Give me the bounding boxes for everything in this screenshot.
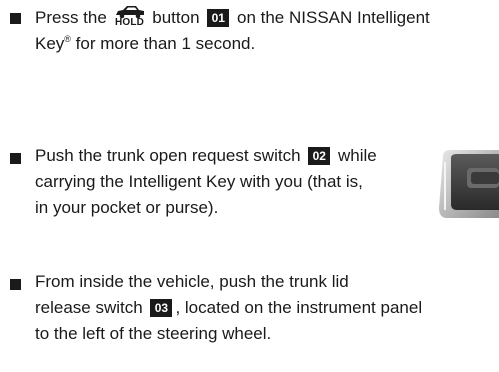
callout-badge-03: 03 [150, 299, 173, 317]
callout-badge-01: 01 [207, 9, 230, 27]
item2-line3: in your pocket or purse). [35, 198, 219, 217]
item1-line2-a: Key [35, 34, 65, 53]
item3-line2-after: , located on the instrument panel [175, 298, 423, 317]
item1-text-after-icon: button [147, 8, 205, 27]
instruction-text-3: From inside the vehicle, push the trunk … [35, 269, 422, 347]
item1-line2-b: for more than 1 second. [70, 34, 256, 53]
bullet-square [10, 279, 21, 290]
item3-line2-before: release switch [35, 298, 148, 317]
item1-text-after-badge: on the NISSAN Intelligent [232, 8, 430, 27]
instruction-text-1: Press the HOLD button 01 on the NISSAN I… [35, 5, 430, 57]
bullet-square [10, 13, 21, 24]
bullet-square [10, 153, 21, 164]
trunk-hold-icon: HOLD [114, 5, 146, 29]
item2-line1-before: Push the trunk open request switch [35, 146, 306, 165]
item1-text-before-icon: Press the [35, 8, 112, 27]
registered-mark: ® [64, 34, 71, 44]
callout-badge-02: 02 [308, 147, 331, 165]
item3-line3: to the left of the steering wheel. [35, 324, 272, 343]
item2-line2: carrying the Intelligent Key with you (t… [35, 172, 363, 191]
item3-line1: From inside the vehicle, push the trunk … [35, 272, 349, 291]
switch-photo-thumbnail [437, 150, 499, 218]
item2-line1-after: while [333, 146, 377, 165]
instruction-text-2: Push the trunk open request switch 02 wh… [35, 143, 377, 221]
hold-icon-label: HOLD [114, 17, 145, 28]
